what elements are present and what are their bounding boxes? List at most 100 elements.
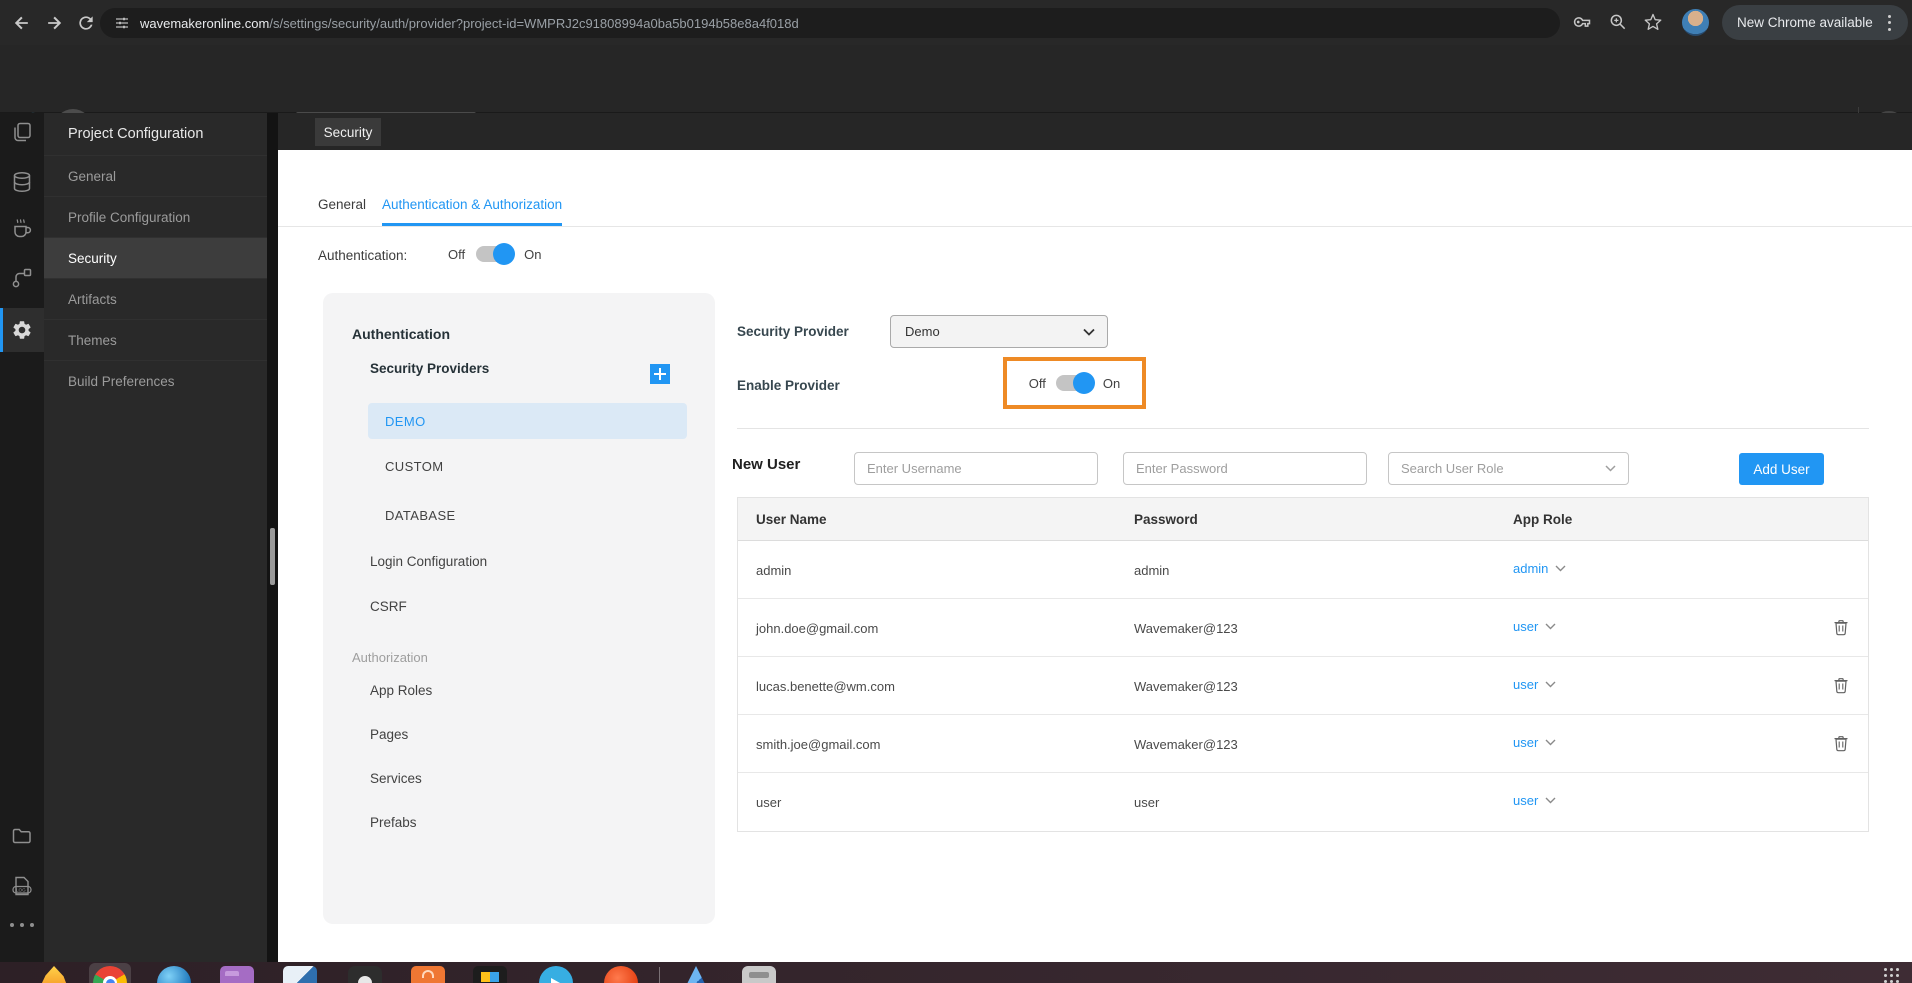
password-key-icon[interactable] (1572, 12, 1592, 32)
dock-separator (659, 967, 660, 983)
services-item[interactable]: Services (370, 771, 422, 786)
dock-software-store-icon[interactable] (411, 966, 445, 983)
database-icon[interactable] (11, 171, 33, 193)
dock-flame-app-icon[interactable] (38, 966, 70, 983)
tab-general[interactable]: General (318, 197, 366, 226)
role-dropdown[interactable]: user (1513, 793, 1556, 808)
provider-item-demo-selected[interactable]: DEMO (368, 403, 687, 439)
dock-telegram-icon[interactable] (539, 966, 573, 983)
table-row: admin admin admin (738, 541, 1868, 599)
col-approle: App Role (1513, 512, 1573, 527)
add-user-button[interactable]: Add User (1739, 453, 1824, 485)
security-providers-label[interactable]: Security Providers (370, 361, 489, 376)
username-input[interactable] (854, 452, 1098, 485)
address-bar[interactable]: wavemakeronline.com/s/settings/security/… (100, 8, 1560, 38)
site-controls-icon[interactable] (114, 15, 130, 31)
sidebar-scrollbar[interactable] (267, 113, 278, 962)
dock-thunderbird-icon[interactable] (157, 966, 191, 983)
cell-username: john.doe@gmail.com (756, 621, 879, 636)
cell-password: Wavemaker@123 (1134, 737, 1238, 752)
delete-user-icon[interactable] (1833, 618, 1849, 636)
sidebar-item-general[interactable]: General (44, 155, 267, 196)
tab-authentication-authorization[interactable]: Authentication & Authorization (382, 197, 563, 226)
authorization-section-header: Authorization (352, 650, 428, 665)
scrollbar-thumb[interactable] (270, 528, 275, 585)
folder-icon[interactable] (11, 825, 33, 847)
log-file-icon[interactable]: LOG (11, 875, 33, 897)
authentication-section-header: Authentication (352, 326, 450, 342)
password-input[interactable] (1123, 452, 1367, 485)
more-options-icon[interactable] (10, 923, 34, 927)
dock-triangle-app-icon[interactable] (679, 966, 713, 983)
role-dropdown[interactable]: user (1513, 677, 1556, 692)
dock-camera-icon[interactable] (348, 966, 382, 983)
security-provider-label: Security Provider (737, 324, 849, 339)
chevron-down-icon (1555, 565, 1566, 572)
app-roles-item[interactable]: App Roles (370, 683, 432, 698)
reload-icon[interactable] (76, 13, 96, 33)
zoom-icon[interactable] (1608, 12, 1628, 32)
role-dropdown[interactable]: user (1513, 735, 1556, 750)
settings-sidebar: Project Configuration General Profile Co… (44, 113, 267, 962)
delete-user-icon[interactable] (1833, 734, 1849, 752)
url-text: wavemakeronline.com/s/settings/security/… (140, 15, 799, 31)
forward-icon[interactable] (44, 13, 64, 33)
toggle-on-label: On (1102, 375, 1121, 391)
cell-username: smith.joe@gmail.com (756, 737, 881, 752)
chevron-down-icon (1083, 328, 1095, 336)
security-provider-select[interactable]: Demo (890, 315, 1108, 348)
login-configuration-item[interactable]: Login Configuration (370, 554, 487, 569)
security-page-tab[interactable]: Security (315, 118, 381, 146)
gear-icon (13, 321, 31, 339)
tabs-divider (278, 226, 1912, 227)
back-icon[interactable] (12, 13, 32, 33)
role-dropdown[interactable]: admin (1513, 561, 1566, 576)
section-divider (737, 428, 1869, 429)
dock-files-icon[interactable] (220, 966, 254, 983)
prefabs-item[interactable]: Prefabs (370, 815, 417, 830)
table-row: lucas.benette@wm.com Wavemaker@123 user (738, 657, 1868, 715)
dock-red-app-icon[interactable] (604, 966, 638, 983)
pages-icon[interactable] (11, 121, 33, 143)
sidebar-item-profile-configuration[interactable]: Profile Configuration (44, 196, 267, 237)
role-dropdown[interactable]: user (1513, 619, 1556, 634)
api-orchestration-icon[interactable] (11, 267, 33, 289)
authentication-toggle-row: Off On (448, 243, 541, 265)
chevron-down-icon (1545, 681, 1556, 688)
dock-archive-app-icon[interactable] (742, 966, 776, 983)
show-applications-icon[interactable] (1884, 968, 1900, 983)
chevron-down-icon (1545, 739, 1556, 746)
enable-provider-toggle[interactable] (1055, 372, 1095, 394)
chevron-down-icon (1545, 623, 1556, 630)
chevron-down-icon (1545, 797, 1556, 804)
csrf-item[interactable]: CSRF (370, 599, 407, 614)
settings-rail-item-active[interactable] (0, 308, 44, 352)
bookmark-star-icon[interactable] (1643, 12, 1663, 32)
provider-item-custom[interactable]: CUSTOM (385, 459, 444, 474)
dock-wps-icon[interactable] (473, 966, 507, 983)
provider-item-database[interactable]: DATABASE (385, 508, 456, 523)
table-row: user user user (738, 773, 1868, 831)
security-settings-content: General Authentication & Authorization A… (278, 150, 1912, 962)
chrome-update-button[interactable]: New Chrome available (1722, 5, 1908, 40)
enable-provider-highlight-box: Off On (1003, 357, 1146, 409)
browser-profile-avatar[interactable] (1682, 9, 1709, 36)
sidebar-item-artifacts[interactable]: Artifacts (44, 278, 267, 319)
delete-user-icon[interactable] (1833, 676, 1849, 694)
module-rail: LOG (0, 113, 44, 962)
sidebar-item-build-preferences[interactable]: Build Preferences (44, 360, 267, 401)
dock-editor-icon[interactable] (283, 966, 317, 983)
authentication-toggle[interactable] (476, 243, 516, 265)
wavemaker-toolbar: BrightBank_RN Pr... PD (0, 45, 1912, 149)
cell-password: Wavemaker@123 (1134, 621, 1238, 636)
authentication-label: Authentication: (318, 248, 408, 263)
browser-menu-icon[interactable] (1887, 14, 1892, 31)
sidebar-item-security[interactable]: Security (44, 237, 267, 278)
pages-item[interactable]: Pages (370, 727, 408, 742)
java-services-icon[interactable] (11, 217, 33, 239)
add-provider-button[interactable] (650, 364, 670, 384)
sidebar-item-themes[interactable]: Themes (44, 319, 267, 360)
user-role-select[interactable]: Search User Role (1388, 452, 1629, 485)
table-row: smith.joe@gmail.com Wavemaker@123 user (738, 715, 1868, 773)
content-header-strip: Security (278, 113, 1912, 150)
